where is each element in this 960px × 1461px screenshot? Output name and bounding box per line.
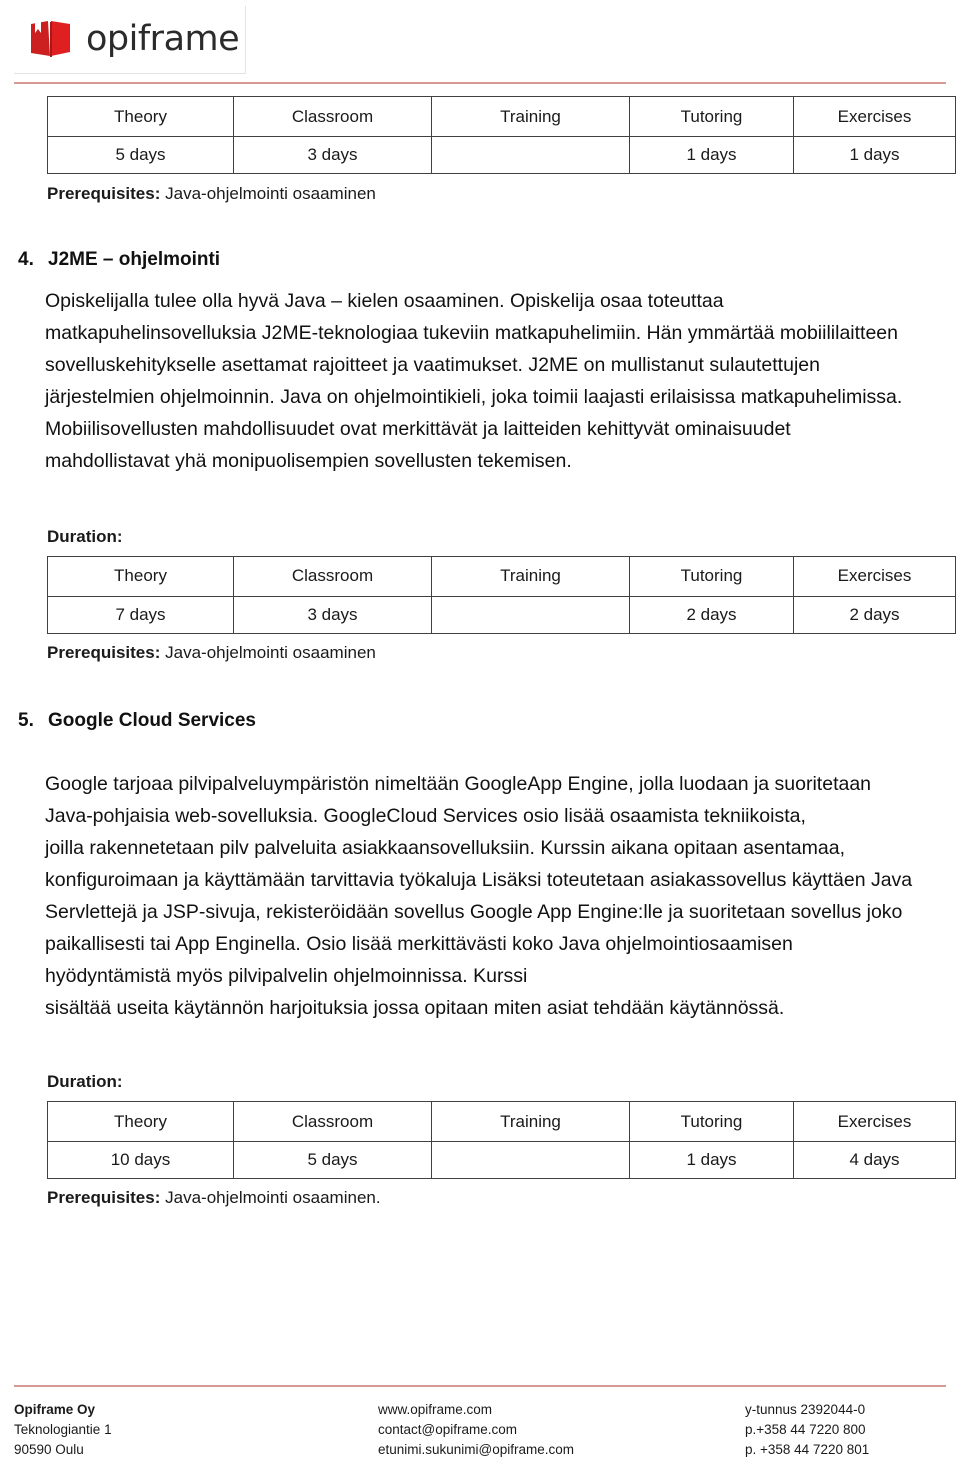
section-title: Google Cloud Services	[48, 710, 256, 732]
prerequisites-top: Prerequisites: Java-ohjelmointi osaamine…	[47, 182, 960, 207]
footer-website[interactable]: www.opiframe.com	[378, 1400, 574, 1420]
table-header-classroom: Classroom	[233, 1101, 432, 1143]
table-header-classroom: Classroom	[233, 555, 432, 597]
table-header-classroom: Classroom	[233, 96, 432, 137]
footer-business-id: y-tunnus 2392044-0	[745, 1402, 866, 1417]
prerequisites-label: Prerequisites:	[47, 184, 161, 203]
section-title: J2ME – ohjelmointi	[48, 248, 221, 270]
footer-contact-column: www.opiframe.com contact@opiframe.com et…	[378, 1400, 574, 1460]
table-header-row: Theory Classroom Training Tutoring Exerc…	[47, 96, 956, 137]
table-cell-classroom: 3 days	[233, 136, 432, 174]
table-cell-tutoring: 1 days	[629, 1141, 794, 1180]
section-body-5: Google tarjoaa pilvipalveluympäristön ni…	[45, 768, 915, 1024]
prerequisites-label: Prerequisites:	[47, 1188, 161, 1208]
duration-table-top: Theory Classroom Training Tutoring Exerc…	[47, 96, 956, 174]
prerequisites-4: Prerequisites: Java-ohjelmointi osaamine…	[47, 641, 960, 666]
table-cell-classroom: 3 days	[233, 595, 432, 634]
section-number: 4.	[18, 248, 34, 270]
section-body-4: Opiskelijalla tulee olla hyvä Java – kie…	[45, 285, 915, 477]
duration-label-5: Duration:	[47, 1072, 123, 1092]
section-heading-4: 4. J2ME – ohjelmointi	[0, 249, 960, 271]
footer-city: 90590 Oulu	[14, 1442, 84, 1457]
table-header-exercises: Exercises	[793, 1101, 956, 1143]
duration-table-5: Theory Classroom Training Tutoring Exerc…	[47, 1101, 956, 1180]
section-heading-5: 5. Google Cloud Services	[0, 710, 960, 732]
brand-logo: opiframe	[14, 6, 246, 74]
footer-company-name: Opiframe Oy	[14, 1402, 96, 1417]
table-cell-training	[431, 136, 630, 174]
paragraph: Google tarjoaa pilvipalveluympäristön ni…	[45, 773, 872, 828]
brand-wordmark: opiframe	[86, 19, 240, 59]
prerequisites-label: Prerequisites:	[47, 642, 161, 662]
footer-phone-1: p.+358 44 7220 800	[745, 1422, 866, 1437]
table-header-row: Theory Classroom Training Tutoring Exerc…	[47, 1101, 956, 1143]
table-row: 10 days 5 days 1 days 4 days	[47, 1141, 956, 1180]
duration-table-4: Theory Classroom Training Tutoring Exerc…	[47, 555, 956, 634]
footer-street: Teknologiantie 1	[14, 1422, 112, 1437]
table-header-tutoring: Tutoring	[629, 96, 794, 137]
table-header-theory: Theory	[47, 1101, 234, 1143]
duration-label-4: Duration:	[47, 526, 123, 546]
table-header-theory: Theory	[47, 555, 234, 597]
prerequisites-value: Java-ohjelmointi osaaminen	[165, 184, 376, 203]
prerequisites-5: Prerequisites: Java-ohjelmointi osaamine…	[47, 1186, 960, 1211]
footer-email[interactable]: contact@opiframe.com	[378, 1420, 574, 1440]
table-row: 5 days 3 days 1 days 1 days	[47, 136, 956, 174]
table-cell-training	[431, 1141, 630, 1180]
table-header-theory: Theory	[47, 96, 234, 137]
table-cell-exercises: 2 days	[793, 595, 956, 634]
table-header-exercises: Exercises	[793, 555, 956, 597]
table-header-tutoring: Tutoring	[629, 555, 794, 597]
table-header-training: Training	[431, 96, 630, 137]
prerequisites-value: Java-ohjelmointi osaaminen.	[165, 1188, 381, 1208]
table-header-tutoring: Tutoring	[629, 1101, 794, 1143]
prerequisites-value: Java-ohjelmointi osaaminen	[165, 642, 376, 662]
document-body: Theory Classroom Training Tutoring Exerc…	[0, 88, 960, 1211]
table-cell-training	[431, 595, 630, 634]
table-cell-classroom: 5 days	[233, 1141, 432, 1180]
table-cell-exercises: 1 days	[793, 136, 956, 174]
table-cell-theory: 5 days	[47, 136, 234, 174]
table-row: 7 days 3 days 2 days 2 days	[47, 595, 956, 634]
table-header-training: Training	[431, 555, 630, 597]
table-cell-tutoring: 2 days	[629, 595, 794, 634]
footer-ids-column: y-tunnus 2392044-0 p.+358 44 7220 800 p.…	[745, 1400, 869, 1460]
table-cell-exercises: 4 days	[793, 1141, 956, 1180]
open-book-icon	[28, 20, 74, 60]
table-cell-theory: 10 days	[47, 1141, 234, 1180]
footer-phone-2: p. +358 44 7220 801	[745, 1442, 870, 1457]
table-cell-tutoring: 1 days	[629, 136, 794, 174]
footer-email-pattern[interactable]: etunimi.sukunimi@opiframe.com	[378, 1440, 574, 1460]
paragraph: joilla rakennetetaan pilv palveluita asi…	[45, 837, 913, 988]
page-header: opiframe	[0, 0, 960, 88]
footer-divider	[14, 1385, 946, 1387]
footer-company-column: Opiframe Oy Teknologiantie 1 90590 Oulu	[14, 1400, 112, 1460]
section-number: 5.	[18, 710, 34, 732]
table-header-row: Theory Classroom Training Tutoring Exerc…	[47, 555, 956, 597]
table-header-training: Training	[431, 1101, 630, 1143]
paragraph: sisältää useita käytännön harjoituksia j…	[45, 997, 785, 1020]
table-cell-theory: 7 days	[47, 595, 234, 634]
header-divider	[14, 82, 946, 84]
paragraph: Opiskelijalla tulee olla hyvä Java – kie…	[45, 289, 903, 472]
table-header-exercises: Exercises	[793, 96, 956, 137]
